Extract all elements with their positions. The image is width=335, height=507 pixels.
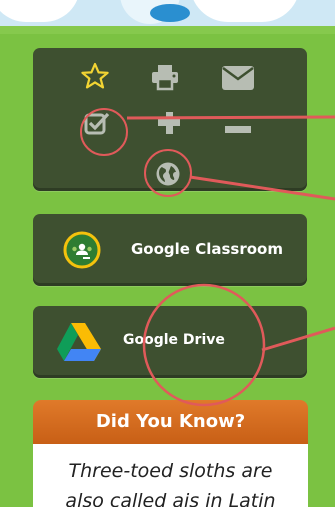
google-classroom-label: Google Classroom [131, 240, 283, 258]
checkbox-icon[interactable] [84, 111, 110, 139]
print-icon[interactable] [150, 63, 180, 95]
did-you-know-title: Did You Know? [33, 400, 308, 444]
banner-divider [0, 26, 335, 34]
google-classroom-icon [63, 231, 101, 273]
cloud-decoration [0, 0, 80, 22]
cloud-decoration [190, 0, 300, 22]
plus-icon[interactable] [158, 112, 180, 138]
top-banner [0, 0, 335, 26]
star-icon[interactable] [80, 62, 110, 94]
google-drive-button[interactable]: Google Drive [33, 306, 307, 378]
email-icon[interactable] [221, 65, 255, 95]
did-you-know-line: also called ais in Latin [65, 490, 276, 507]
did-you-know-content: Three-toed sloths are also called ais in… [33, 444, 308, 507]
did-you-know-line: Three-toed sloths are [68, 460, 273, 482]
google-drive-label: Google Drive [123, 332, 225, 348]
minus-icon[interactable] [225, 119, 251, 138]
globe-icon[interactable] [155, 161, 181, 191]
share-tools-panel [33, 48, 307, 191]
banner-graphic [150, 4, 190, 22]
google-drive-icon [55, 321, 103, 367]
google-classroom-button[interactable]: Google Classroom [33, 214, 307, 286]
